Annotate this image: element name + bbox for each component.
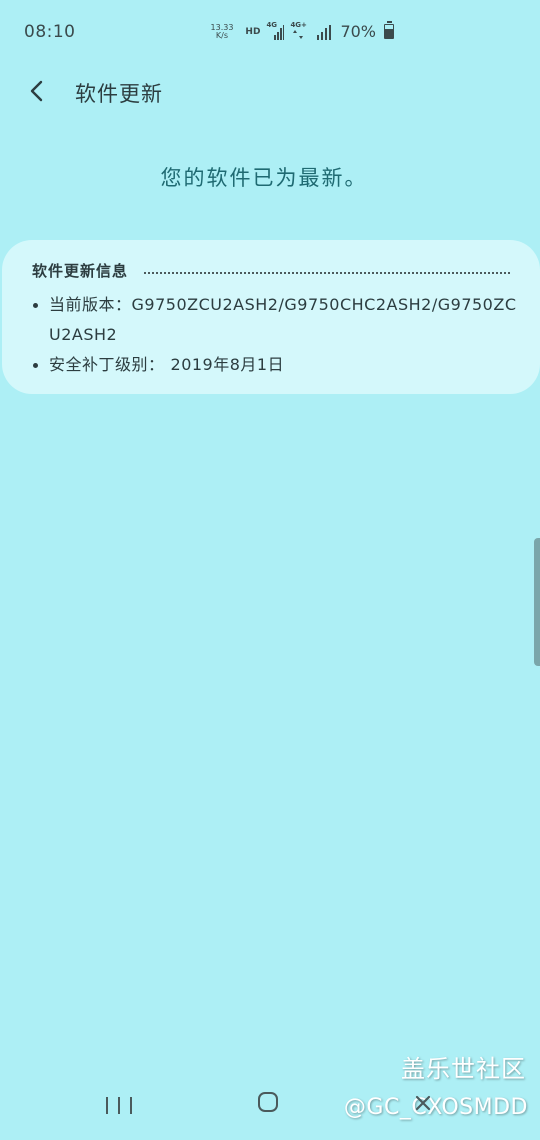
app-header: 软件更新 — [0, 64, 540, 120]
network-speed: 13.33 K/s — [211, 23, 234, 40]
list-item-current-version: 当前版本：G9750ZCU2ASH2/G9750CHC2ASH2/G9750ZC… — [32, 290, 520, 350]
bullet — [33, 303, 38, 308]
info-label: 当前版本： — [49, 295, 132, 314]
up-to-date-message: 您的软件已为最新。 — [160, 166, 368, 190]
battery-percent: 70% — [340, 22, 376, 41]
list-item-security-patch: 安全补丁级别： 2019年8月1日 — [32, 350, 520, 380]
security-patch-value: 2019年8月1日 — [170, 355, 285, 374]
divider — [144, 271, 510, 274]
software-update-screen: 08:10 13.33 K/s HD 4G 4G+ 70% 软件更新 您的软件已… — [0, 0, 540, 1140]
back-icon[interactable] — [410, 1090, 436, 1116]
back-button[interactable] — [22, 76, 52, 106]
scrollbar[interactable] — [534, 538, 540, 666]
update-info-card: 软件更新信息 当前版本：G9750ZCU2ASH2/G9750CHC2ASH2/… — [2, 240, 540, 394]
network-type-label: 4G+ — [290, 20, 307, 29]
status-icons: 13.33 K/s HD 4G 4G+ 70% — [211, 20, 394, 41]
watermark-site: 盖乐世社区 — [401, 1055, 526, 1083]
recent-apps-bar — [118, 1096, 120, 1114]
card-title: 软件更新信息 — [32, 262, 129, 280]
signal-icon: 4G — [266, 20, 285, 40]
bullet — [33, 363, 38, 368]
navigation-bar — [0, 1080, 540, 1140]
status-bar: 08:10 13.33 K/s HD 4G 4G+ 70% — [0, 0, 540, 64]
card-header: 软件更新信息 — [32, 260, 510, 281]
home-icon[interactable] — [258, 1092, 278, 1112]
chevron-left-icon — [30, 80, 43, 102]
info-list: 当前版本：G9750ZCU2ASH2/G9750CHC2ASH2/G9750ZC… — [32, 290, 520, 380]
hd-voice-icon: HD — [245, 26, 261, 37]
recent-apps-bar — [106, 1096, 108, 1114]
page-title: 软件更新 — [75, 82, 163, 106]
recent-apps-bar — [130, 1096, 132, 1114]
network-type-label: 4G — [266, 20, 278, 29]
status-time: 08:10 — [24, 22, 76, 42]
recent-apps-icon[interactable] — [106, 1094, 132, 1116]
signal-icon: 4G+ — [290, 20, 310, 40]
info-label: 安全补丁级别： — [49, 355, 165, 374]
signal-icon — [317, 24, 332, 40]
battery-icon — [384, 21, 394, 39]
network-speed-unit: K/s — [215, 30, 229, 40]
battery-level — [385, 28, 393, 38]
